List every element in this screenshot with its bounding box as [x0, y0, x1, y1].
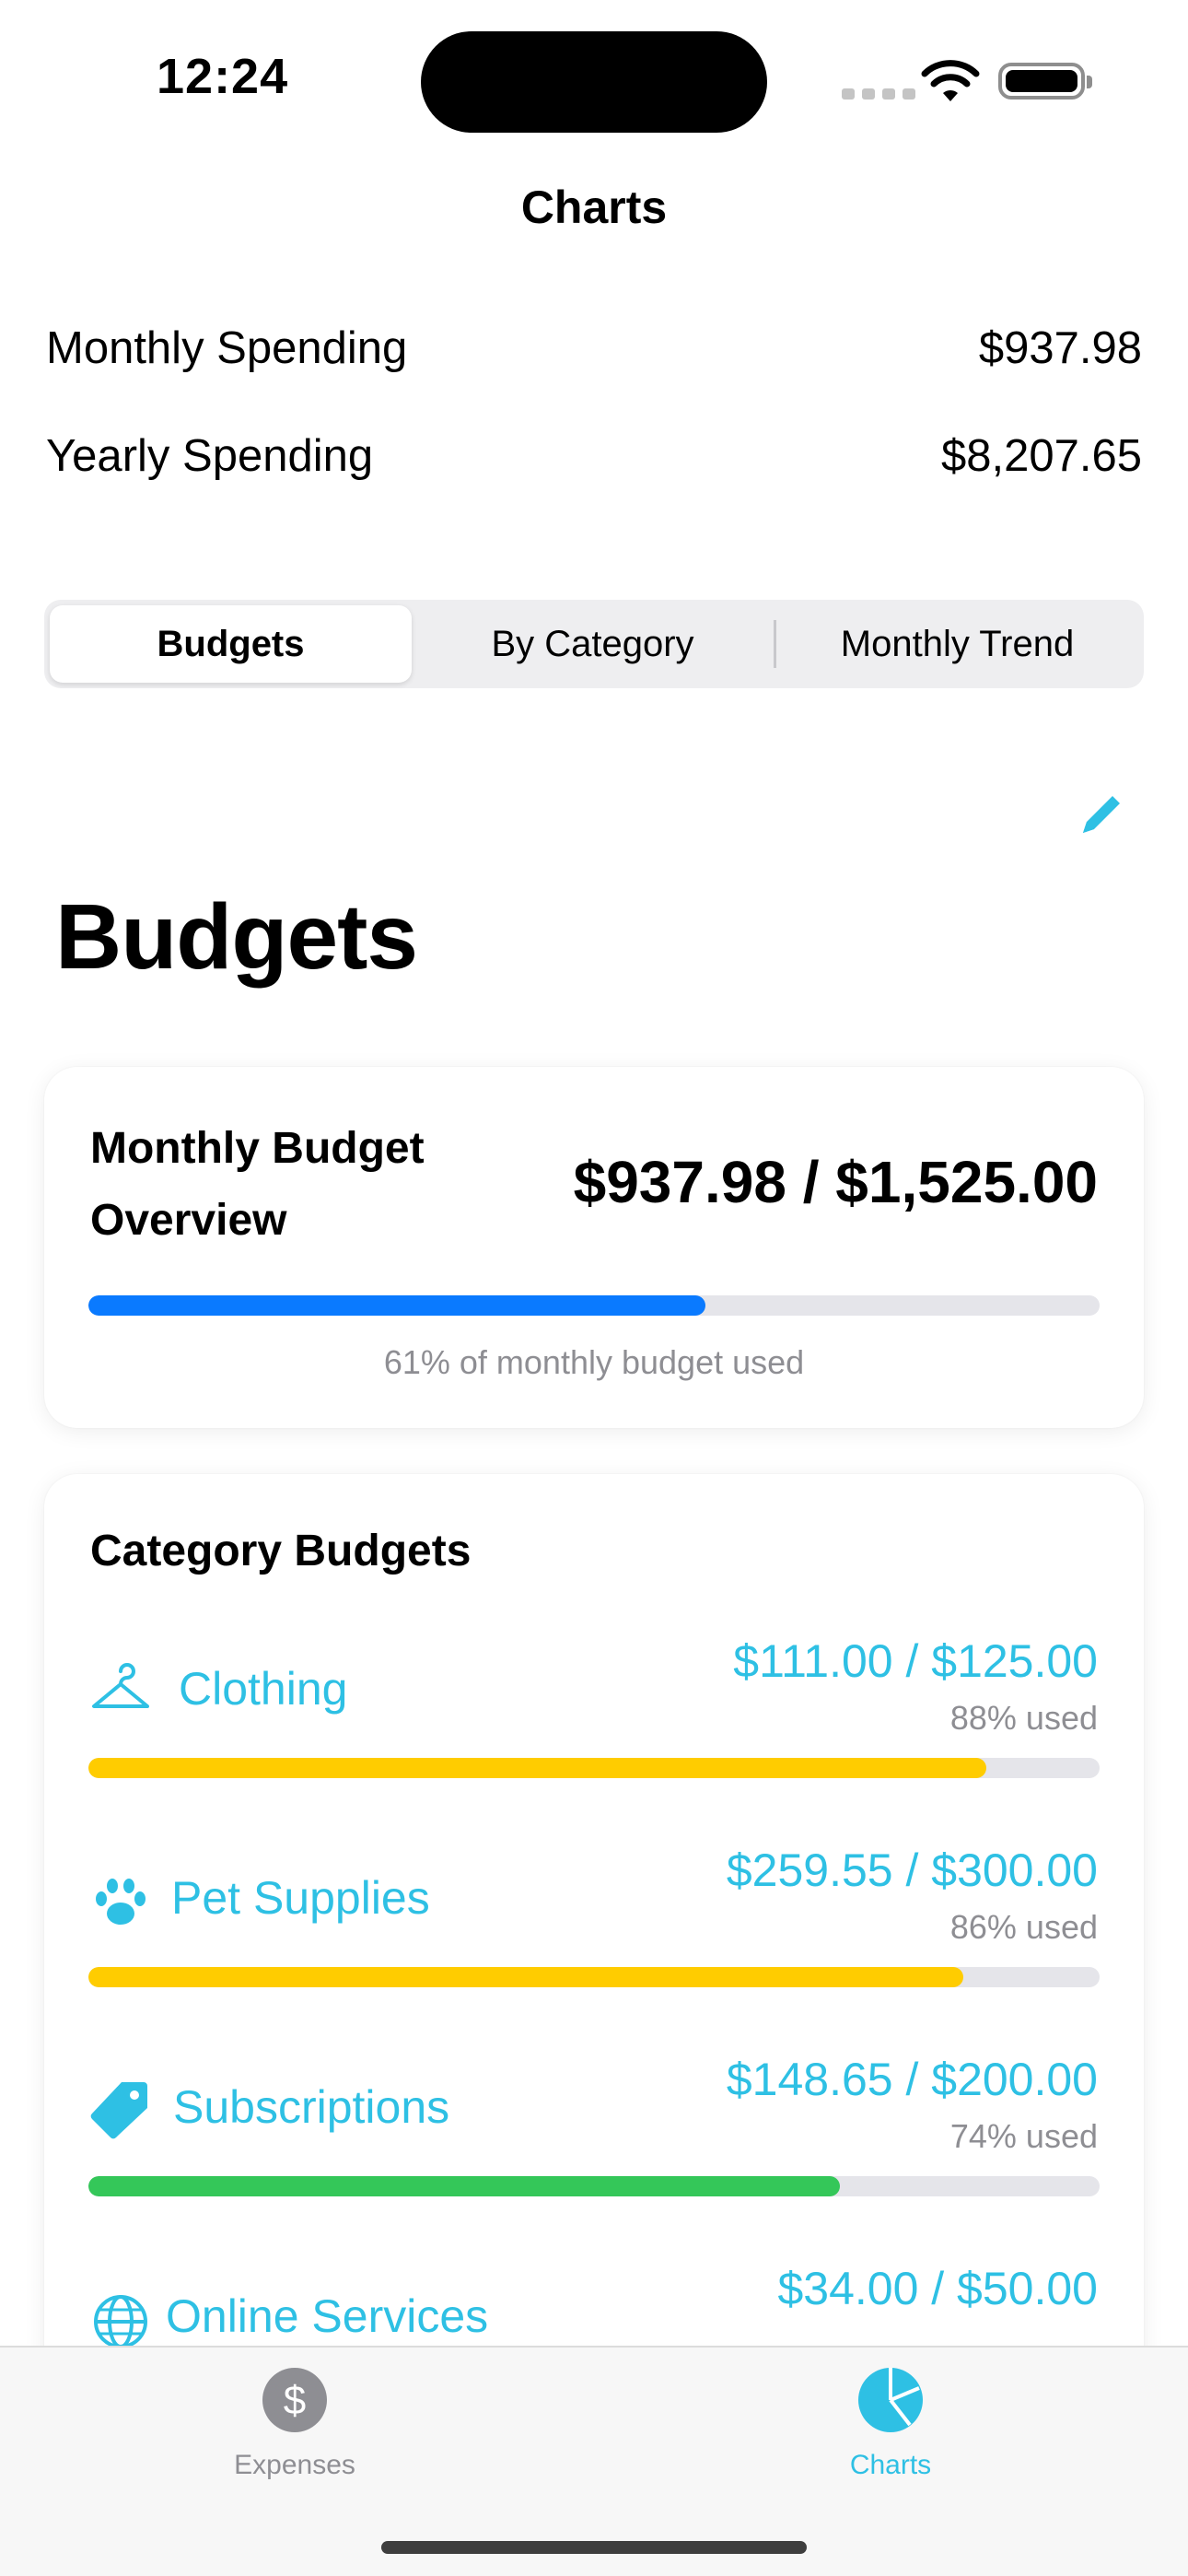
category-amount: $34.00 / $50.00 — [777, 2263, 1098, 2314]
category-budgets-card: Category Budgets Clothing $111.00 / $125… — [44, 1474, 1144, 2395]
category-progress-bar — [88, 2176, 1100, 2196]
category-amount: $259.55 / $300.00 — [726, 1844, 1098, 1896]
category-name: Online Services — [166, 2290, 489, 2342]
category-progress-fill — [88, 1967, 963, 1987]
tab-charts-label: Charts — [849, 2450, 932, 2480]
segment-monthly-trend[interactable]: Monthly Trend — [776, 605, 1138, 683]
monthly-budget-overview-card: Monthly Budget Overview $937.98 / $1,525… — [44, 1067, 1144, 1428]
tab-charts[interactable]: Charts — [752, 2366, 1029, 2481]
overview-caption: 61% of monthly budget used — [383, 1343, 805, 1381]
category-name: Clothing — [179, 1663, 348, 1715]
tab-expenses[interactable]: $ Expenses — [157, 2366, 433, 2481]
segment-budgets[interactable]: Budgets — [50, 605, 412, 683]
segment-by-category[interactable]: By Category — [412, 605, 774, 683]
globe-icon — [94, 2295, 147, 2348]
category-amount: $111.00 / $125.00 — [733, 1635, 1098, 1687]
cellular-signal-icon — [842, 88, 915, 100]
overview-progress-fill — [88, 1295, 705, 1316]
category-row-pet-supplies[interactable]: Pet Supplies $259.55 / $300.00 86% used — [44, 1831, 1144, 2015]
home-indicator — [381, 2541, 807, 2554]
monthly-spending-row: Monthly Spending $937.98 — [46, 322, 1142, 374]
wifi-icon — [921, 60, 980, 101]
overview-progress-bar — [88, 1295, 1100, 1316]
yearly-spending-row: Yearly Spending $8,207.65 — [46, 430, 1142, 482]
svg-text:$: $ — [284, 2378, 306, 2423]
yearly-spending-label: Yearly Spending — [46, 431, 374, 481]
yearly-spending-value: $8,207.65 — [941, 431, 1142, 481]
monthly-spending-value: $937.98 — [978, 323, 1142, 373]
category-progress-fill — [88, 2176, 840, 2196]
tab-expenses-label: Expenses — [234, 2450, 355, 2480]
monthly-spending-label: Monthly Spending — [46, 323, 408, 373]
paw-icon — [96, 1879, 146, 1925]
tag-icon — [90, 2082, 147, 2139]
hanger-icon — [92, 1663, 149, 1708]
overview-amount: $937.98 / $1,525.00 — [573, 1149, 1098, 1215]
status-time: 12:24 — [157, 49, 289, 104]
category-progress-fill — [88, 1758, 987, 1778]
category-budgets-heading: Category Budgets — [90, 1527, 472, 1575]
category-used: 74% used — [949, 2117, 1098, 2155]
category-progress-bar — [88, 1758, 1100, 1778]
battery-icon — [998, 63, 1092, 100]
dollar-circle-icon: $ — [262, 2368, 327, 2432]
pencil-icon[interactable] — [1074, 787, 1129, 842]
category-progress-bar — [88, 1967, 1100, 1987]
page-title: Budgets — [55, 885, 418, 989]
category-name: Pet Supplies — [171, 1872, 430, 1924]
category-used: 88% used — [949, 1699, 1098, 1737]
category-row-clothing[interactable]: Clothing $111.00 / $125.00 88% used — [44, 1622, 1144, 1806]
pie-chart-icon — [858, 2368, 923, 2432]
chart-type-segmented-control: Budgets By Category Monthly Trend — [44, 600, 1144, 688]
nav-title: Charts — [520, 181, 668, 233]
overview-title: Monthly Budget Overview — [90, 1124, 425, 1245]
dynamic-island — [421, 31, 767, 133]
category-used: 86% used — [949, 1908, 1098, 1946]
category-name: Subscriptions — [173, 2081, 450, 2133]
status-bar: 12:24 — [0, 0, 1188, 147]
category-amount: $148.65 / $200.00 — [726, 2054, 1098, 2105]
category-row-subscriptions[interactable]: Subscriptions $148.65 / $200.00 74% used — [44, 2040, 1144, 2224]
